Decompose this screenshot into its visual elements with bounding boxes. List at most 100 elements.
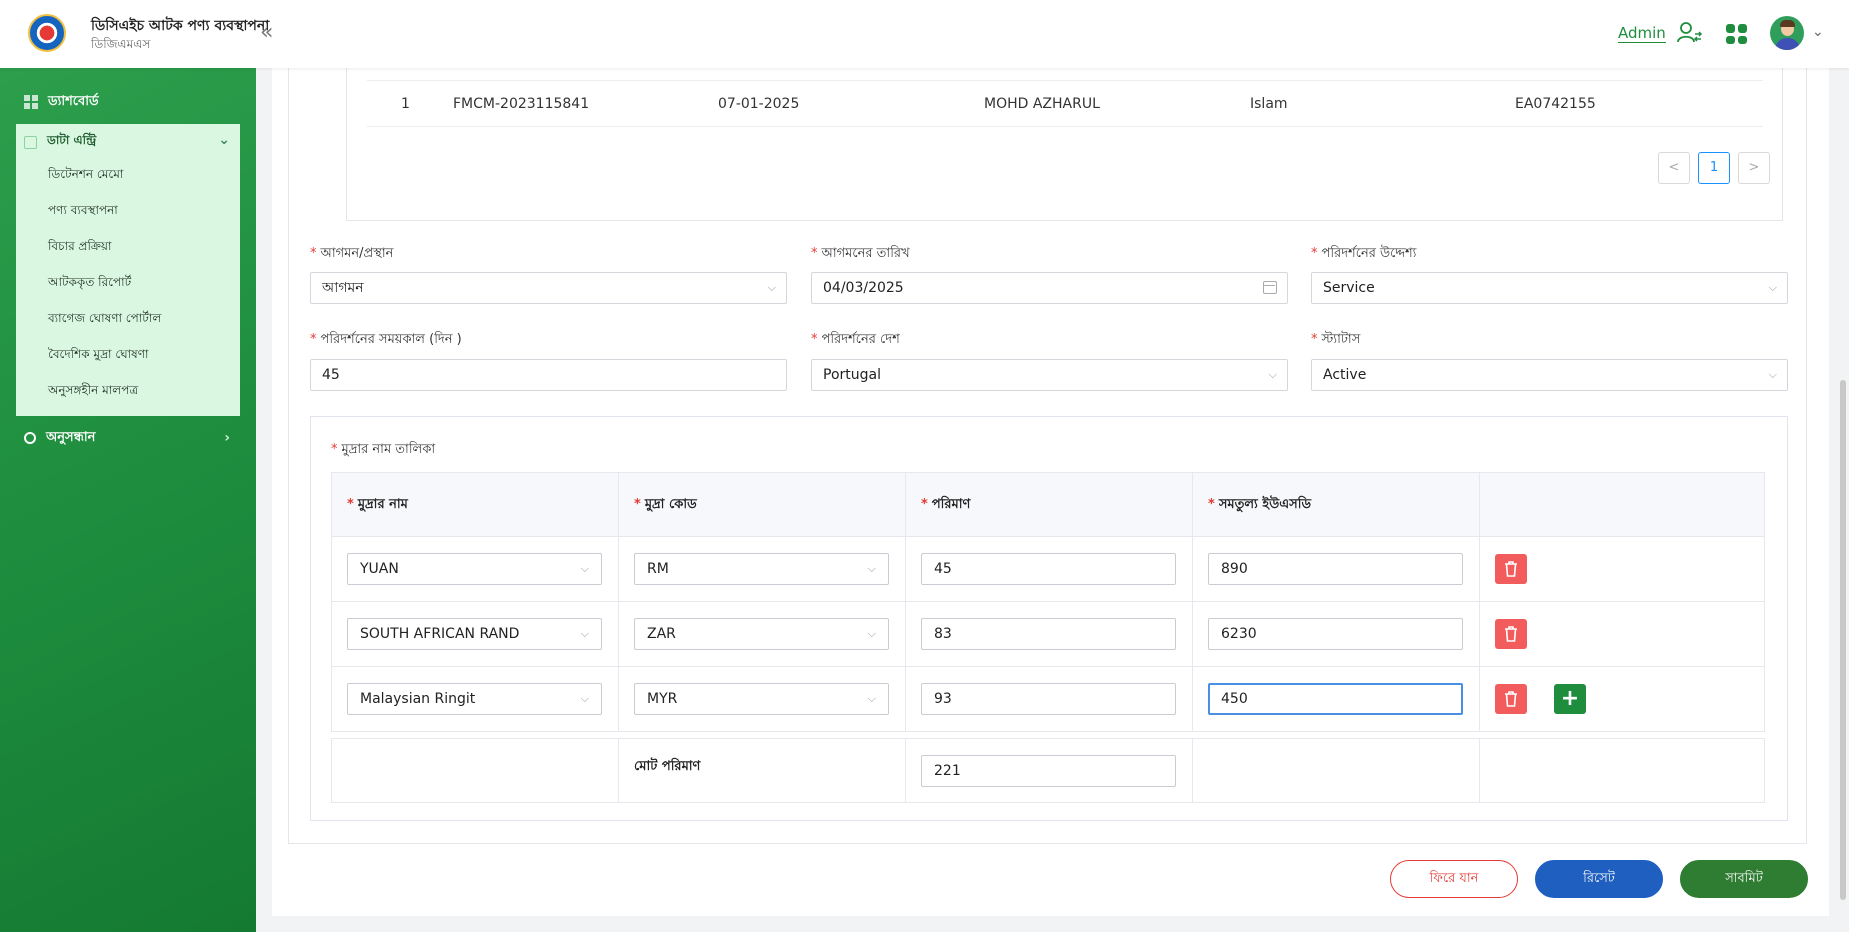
usd-equivalent-input[interactable]: 890: [1208, 553, 1463, 585]
table-row: YUAN ⌵ RM ⌵ 45 890: [331, 537, 1765, 602]
sidebar-subitem-unaccompanied-baggage[interactable]: অনুসঙ্গহীন মালপত্র: [48, 382, 138, 402]
trash-icon: [1505, 561, 1517, 577]
table-cell: MOHD AZHARUL: [984, 96, 1100, 112]
calendar-icon: [1263, 281, 1277, 294]
sidebar-subitem-detention-memo[interactable]: ডিটেনশন মেমো: [48, 166, 123, 186]
top-header: ডিসিএইচ আটক পণ্য ব্যবস্থাপনা ডিজিএমএস « …: [0, 0, 1849, 68]
table-row: SOUTH AFRICAN RAND ⌵ ZAR ⌵ 83 6230: [331, 602, 1765, 667]
arrival-departure-label: * আগমন/প্রস্থান: [310, 246, 394, 261]
sidebar-subitem-foreign-currency[interactable]: বৈদেশিক মুদ্রা ঘোষণা: [48, 346, 148, 366]
table-cell: 07-01-2025: [718, 96, 800, 112]
chevron-down-icon: ⌵: [1768, 368, 1777, 381]
file-icon: [24, 135, 37, 149]
pagination-next-button[interactable]: >: [1738, 152, 1770, 184]
pagination-prev-button[interactable]: <: [1658, 152, 1690, 184]
back-button[interactable]: ফিরে যান: [1390, 860, 1518, 898]
chevron-down-icon: ⌵: [867, 627, 876, 640]
sidebar-item-label: অনুসন্ধান: [46, 429, 96, 445]
currency-code-select[interactable]: ZAR ⌵: [634, 618, 889, 650]
status-label: * স্ট্যাটাস: [1311, 332, 1361, 347]
currency-code-select[interactable]: MYR ⌵: [634, 683, 889, 715]
app-title: ডিসিএইচ আটক পণ্য ব্যবস্থাপনা: [91, 18, 270, 34]
dashboard-icon: [24, 95, 38, 109]
visit-country-select[interactable]: Portugal ⌵: [811, 359, 1288, 391]
user-switch-icon[interactable]: [1676, 20, 1702, 46]
app-logo: [28, 14, 66, 52]
chevron-right-icon: ›: [224, 430, 230, 446]
chevron-down-icon: ⌄: [218, 132, 230, 148]
add-row-button[interactable]: +: [1554, 684, 1586, 714]
sidebar-subitem-baggage-portal[interactable]: ব্যাগেজ ঘোষণা পোর্টাল: [48, 310, 161, 330]
page-scrollbar[interactable]: [1840, 380, 1846, 900]
sidebar-subitem-judicial-process[interactable]: বিচার প্রক্রিয়া: [48, 238, 111, 258]
usd-equivalent-input[interactable]: 6230: [1208, 618, 1463, 650]
table-row: Malaysian Ringit ⌵ MYR ⌵ 93 450 +: [331, 667, 1765, 732]
sidebar-item-label: ড্যাশবোর্ড: [48, 93, 99, 109]
chevron-down-icon: ⌵: [1768, 281, 1777, 294]
column-header-amount: * পরিমাণ: [921, 497, 971, 512]
chevron-down-icon: ⌵: [867, 692, 876, 705]
table-cell: EA0742155: [1515, 96, 1596, 112]
sidebar-item-search[interactable]: অনুসন্ধান ›: [0, 426, 256, 450]
sidebar-item-dashboard[interactable]: ড্যাশবোর্ড: [0, 90, 256, 114]
chevron-down-icon: ⌵: [867, 562, 876, 575]
usd-equivalent-input[interactable]: 450: [1208, 683, 1463, 715]
user-name-link[interactable]: Admin: [1618, 24, 1666, 43]
currency-name-select[interactable]: YUAN ⌵: [347, 553, 602, 585]
visit-purpose-select[interactable]: Service ⌵: [1311, 272, 1788, 304]
column-header-currency-code: * মুদ্রা কোড: [634, 497, 697, 512]
main-content: 1 FMCM-2023115841 07-01-2025 MOHD AZHARU…: [272, 68, 1829, 916]
total-amount-input: 221: [921, 755, 1176, 787]
sidebar-subitem-goods-management[interactable]: পণ্য ব্যবস্থাপনা: [48, 202, 118, 222]
amount-input[interactable]: 93: [921, 683, 1176, 715]
total-row: মোট পরিমাণ 221: [331, 738, 1765, 803]
app-subtitle: ডিজিএমএস: [91, 37, 151, 51]
total-amount-label: মোট পরিমাণ: [634, 759, 701, 774]
sidebar: ড্যাশবোর্ড ডাটা এন্ট্রি ⌄ ডিটেনশন মেমো প…: [0, 68, 256, 932]
arrival-departure-select[interactable]: আগমন ⌵: [310, 272, 787, 304]
search-icon: [24, 432, 36, 444]
arrival-date-label: * আগমনের তারিখ: [811, 246, 910, 261]
reset-button[interactable]: রিসেট: [1535, 860, 1663, 898]
table-row[interactable]: 1 FMCM-2023115841 07-01-2025 MOHD AZHARU…: [367, 81, 1763, 127]
visit-duration-input[interactable]: 45: [310, 359, 787, 391]
chevron-down-icon: ⌵: [767, 281, 776, 294]
sidebar-submenu-data-entry: ডাটা এন্ট্রি ⌄ ডিটেনশন মেমো পণ্য ব্যবস্থ…: [16, 124, 240, 416]
apps-grid-icon[interactable]: [1726, 24, 1747, 44]
collapse-sidebar-icon[interactable]: «: [260, 20, 273, 45]
currency-table-header: * মুদ্রার নাম * মুদ্রা কোড * পরিমাণ * সমতুল্…: [331, 472, 1765, 537]
visit-country-label: * পরিদর্শনের দেশ: [811, 332, 900, 347]
trash-icon: [1505, 626, 1517, 642]
submit-button[interactable]: সাবমিট: [1680, 860, 1808, 898]
sidebar-subitem-seized-report[interactable]: আটককৃত রিপোর্ট: [48, 274, 131, 294]
currency-name-select[interactable]: Malaysian Ringit ⌵: [347, 683, 602, 715]
pagination-page-button[interactable]: 1: [1698, 152, 1730, 184]
visit-duration-label: * পরিদর্শনের সময়কাল (দিন ): [310, 332, 462, 347]
sidebar-item-data-entry[interactable]: ডাটা এন্ট্রি ⌄: [16, 130, 240, 154]
chevron-down-icon: ⌵: [580, 562, 589, 575]
amount-input[interactable]: 45: [921, 553, 1176, 585]
arrival-date-picker[interactable]: 04/03/2025: [811, 272, 1288, 304]
amount-input[interactable]: 83: [921, 618, 1176, 650]
column-header-usd-equivalent: * সমতুল্য ইউএসডি: [1208, 497, 1312, 512]
table-cell: Islam: [1250, 96, 1288, 112]
delete-row-button[interactable]: [1495, 619, 1527, 649]
chevron-down-icon: ⌵: [580, 627, 589, 640]
delete-row-button[interactable]: [1495, 554, 1527, 584]
table-cell: FMCM-2023115841: [453, 96, 590, 112]
currency-section: * মুদ্রার নাম তালিকা * মুদ্রার নাম * মুদ্রা…: [310, 416, 1788, 821]
avatar[interactable]: [1770, 16, 1804, 50]
currency-name-select[interactable]: SOUTH AFRICAN RAND ⌵: [347, 618, 602, 650]
visit-purpose-label: * পরিদর্শনের উদ্দেশ্য: [1311, 246, 1417, 261]
currency-code-select[interactable]: RM ⌵: [634, 553, 889, 585]
status-select[interactable]: Active ⌵: [1311, 359, 1788, 391]
chevron-down-icon: ⌵: [1268, 368, 1277, 381]
currency-section-title: * মুদ্রার নাম তালিকা: [331, 442, 436, 457]
column-header-currency-name: * মুদ্রার নাম: [347, 497, 408, 512]
trash-icon: [1505, 691, 1517, 707]
chevron-down-icon[interactable]: ⌄: [1812, 24, 1824, 40]
sidebar-item-label: ডাটা এন্ট্রি: [47, 133, 97, 147]
detention-table: 1 FMCM-2023115841 07-01-2025 MOHD AZHARU…: [346, 68, 1783, 221]
plus-icon: +: [1560, 686, 1580, 711]
delete-row-button[interactable]: [1495, 684, 1527, 714]
